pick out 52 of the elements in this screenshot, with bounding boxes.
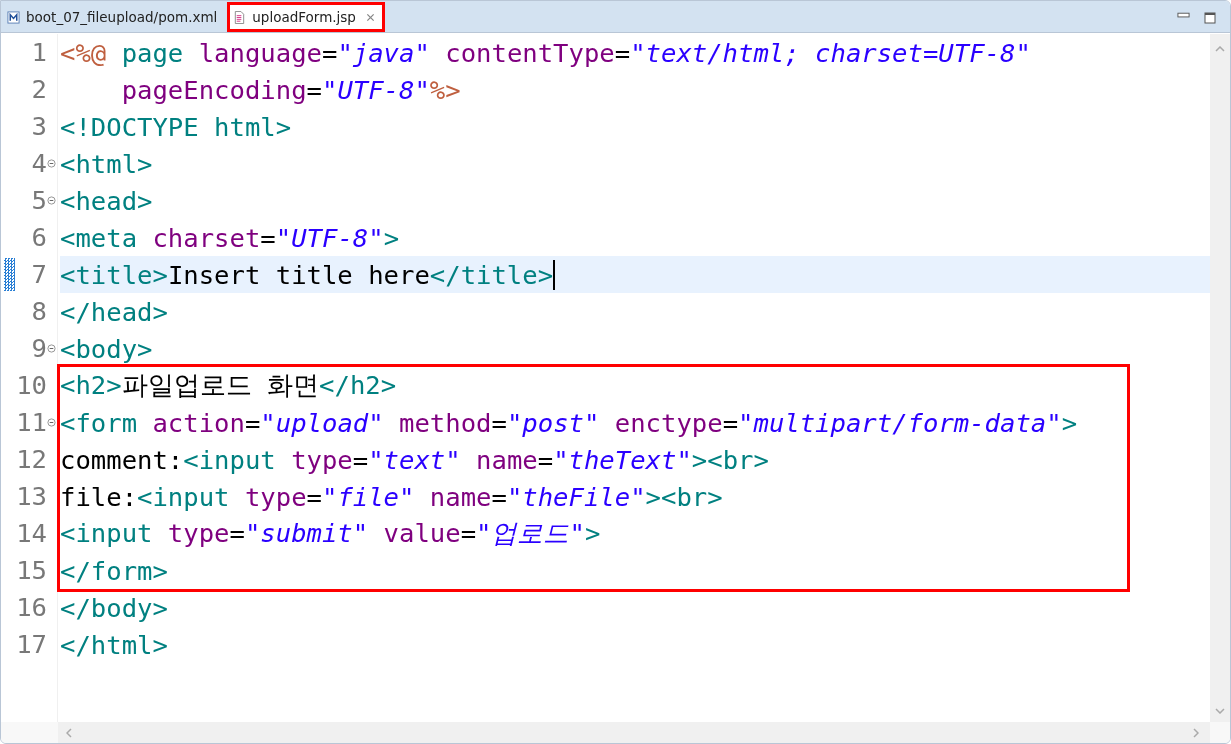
line-number: 16 [16,591,47,624]
code-line: <title>Insert title here</title> [60,259,554,290]
collapse-icon[interactable] [47,159,56,168]
xml-file-icon [7,10,20,24]
maximize-icon[interactable] [1204,12,1216,24]
line-number: 8 [31,295,47,328]
line-number: 1 [31,36,47,69]
code-line: <html> [60,148,153,179]
horizontal-scrollbar[interactable] [58,722,1210,743]
line-number: 5 [31,184,47,217]
minimize-icon[interactable] [1177,12,1190,20]
scroll-left-icon[interactable] [66,727,72,738]
line-number: 7 [31,258,47,291]
code-line: <form action="upload" method="post" enctype="multipart/form-data"> [60,407,1078,438]
code-line: comment:<input type="text" name="theText"><br> [60,444,769,475]
code-line: <h2>파일업로드 화면</h2> [60,369,397,402]
code-line: </form> [60,555,168,586]
text-cursor [553,259,556,290]
line-number: 15 [16,554,47,587]
collapse-icon[interactable] [47,344,56,353]
line-number: 4 [31,147,47,180]
line-number: 9 [31,332,47,365]
line-number: 11 [16,406,47,439]
editor-tab[interactable]: boot_07_fileupload/pom.xml [1,2,228,32]
code-line: </body> [60,592,168,623]
line-number: 13 [16,480,47,513]
line-number: 2 [31,73,47,106]
line-number: 14 [16,517,47,550]
scroll-down-icon[interactable] [1215,708,1225,714]
code-line: pageEncoding="UTF-8"%> [120,74,461,105]
close-icon[interactable] [365,12,375,22]
code-line: </head> [60,296,168,327]
code-line: <%@ page language="java" contentType="text/html; charset=UTF-8" [60,37,1031,68]
line-number: 3 [31,110,47,143]
line-number: 10 [16,369,47,402]
file-icon [233,10,247,24]
collapse-icon[interactable] [47,418,56,427]
code-line: <head> [60,185,153,216]
collapse-icon[interactable] [47,196,56,205]
code-line: file:<input type="file" name="theFile"><br> [60,481,723,512]
scroll-up-icon[interactable] [1215,46,1225,52]
code-line: <meta charset="UTF-8"> [60,222,400,253]
scroll-right-icon[interactable] [1193,727,1199,738]
vertical-scrollbar[interactable] [1210,34,1230,722]
line-number: 17 [16,628,47,661]
line-number: 12 [16,443,47,476]
code-line: <!DOCTYPE html> [60,111,292,142]
code-line: <body> [60,333,153,364]
code-line: <input type="submit" value="업로드"> [60,517,601,550]
editor-tab[interactable]: uploadForm.jsp [227,2,385,32]
code-line: </html> [60,629,168,660]
line-number: 6 [31,221,47,254]
